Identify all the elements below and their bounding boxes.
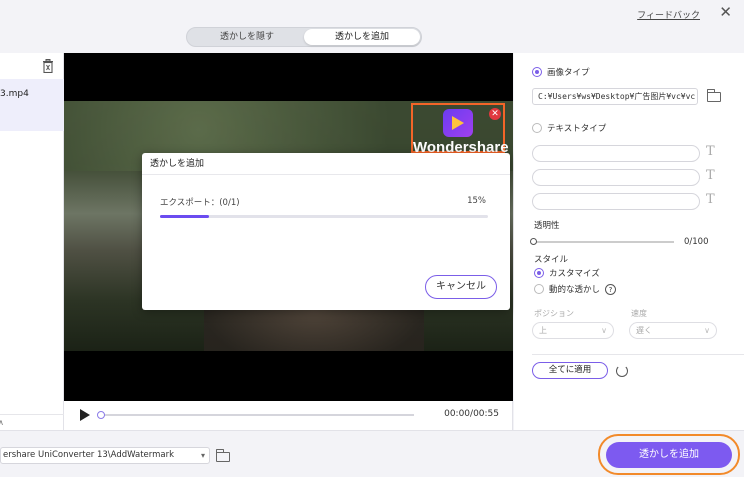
chevron-down-icon: ∨ (601, 326, 607, 335)
logo-mark-icon (452, 116, 464, 130)
seek-handle[interactable] (97, 411, 105, 419)
wondershare-logo-icon (443, 109, 473, 137)
text-type-label: テキストタイプ (547, 124, 607, 134)
file-list-item[interactable]: 3.mp4 (0, 79, 64, 131)
file-list-panel: 3.mp4 ∧ (0, 53, 64, 430)
file-name: 3.mp4 (0, 89, 29, 99)
watermark-selection-box[interactable]: ✕ Wondershare (411, 103, 509, 155)
close-icon[interactable]: ✕ (719, 3, 732, 21)
seek-bar[interactable] (97, 411, 414, 419)
tab-add-watermark[interactable]: 透かしを追加 (304, 29, 420, 45)
position-select[interactable]: 上 ∨ (532, 322, 614, 339)
style-custom-label: カスタマイズ (549, 269, 600, 279)
text-type-radio[interactable] (532, 123, 542, 133)
export-count-label: エクスポート：(0/1) (160, 198, 240, 208)
mode-tab-group: 透かしを隠す 透かしを追加 (186, 27, 422, 47)
trash-icon[interactable] (42, 59, 54, 73)
style-dynamic-radio[interactable] (534, 284, 544, 294)
opacity-value: 0/100 (684, 237, 709, 247)
image-type-label: 画像タイプ (547, 68, 590, 78)
player-controls: 00:00/00:55 (64, 401, 513, 430)
speed-label: 速度 (631, 309, 647, 318)
text-style-icon[interactable]: T (706, 168, 715, 183)
dialog-title: 透かしを追加 (142, 153, 510, 175)
opacity-slider-handle[interactable] (529, 238, 537, 245)
position-label: ポジション (534, 309, 574, 318)
text-style-icon[interactable]: T (706, 192, 715, 207)
apply-to-all-button[interactable]: 全てに適用 (532, 362, 608, 379)
reset-icon[interactable] (616, 365, 628, 377)
add-watermark-button[interactable]: 透かしを追加 (606, 442, 732, 468)
export-progress-fill (160, 215, 210, 218)
top-header: フィードバック ✕ 透かしを隠す 透かしを追加 (0, 0, 744, 53)
export-percent: 15% (467, 196, 486, 206)
opacity-label: 透明性 (534, 221, 560, 231)
browse-image-folder-icon[interactable] (707, 89, 721, 102)
speed-select[interactable]: 遅く ∨ (629, 322, 717, 339)
chevron-down-icon: ▾ (200, 451, 205, 460)
export-progress-bar (160, 215, 488, 218)
remove-watermark-icon[interactable]: ✕ (489, 108, 501, 120)
position-select-value: 上 (539, 326, 547, 335)
watermark-text-field-1[interactable] (532, 145, 700, 162)
opacity-slider[interactable] (529, 238, 674, 245)
open-output-folder-icon[interactable] (216, 449, 230, 462)
time-display: 00:00/00:55 (444, 409, 499, 419)
play-icon[interactable] (80, 409, 90, 421)
style-dynamic-label: 動的な透かし (549, 285, 601, 295)
output-path-select[interactable]: ershare UniConverter 13\AddWatermark ▾ (0, 447, 210, 464)
speed-select-value: 遅く (636, 326, 652, 335)
feedback-link[interactable]: フィードバック (637, 8, 700, 21)
help-icon[interactable]: ? (605, 284, 616, 295)
watermark-text-field-3[interactable] (532, 193, 700, 210)
scroll-up-icon[interactable]: ∧ (0, 418, 4, 427)
image-type-radio[interactable] (532, 67, 542, 77)
image-path-field[interactable]: C:¥Users¥ws¥Desktop¥广告图片¥vc¥vc lo (532, 88, 698, 105)
watermark-settings-panel: 画像タイプ C:¥Users¥ws¥Desktop¥广告图片¥vc¥vc lo … (514, 53, 744, 430)
chevron-down-icon: ∨ (704, 326, 710, 335)
settings-divider (532, 354, 744, 355)
file-list-scrollbar[interactable]: ∧ (0, 414, 64, 430)
output-path-value: ershare UniConverter 13\AddWatermark (3, 450, 175, 460)
text-style-icon[interactable]: T (706, 144, 715, 159)
cancel-button[interactable]: キャンセル (425, 275, 497, 299)
export-progress-dialog: 透かしを追加 エクスポート：(0/1) 15% キャンセル (142, 153, 510, 310)
bottom-bar: ershare UniConverter 13\AddWatermark ▾ 透… (0, 430, 744, 477)
tab-hide-watermark[interactable]: 透かしを隠す (189, 29, 305, 45)
watermark-text-field-2[interactable] (532, 169, 700, 186)
style-custom-radio[interactable] (534, 268, 544, 278)
style-label: スタイル (534, 255, 569, 265)
